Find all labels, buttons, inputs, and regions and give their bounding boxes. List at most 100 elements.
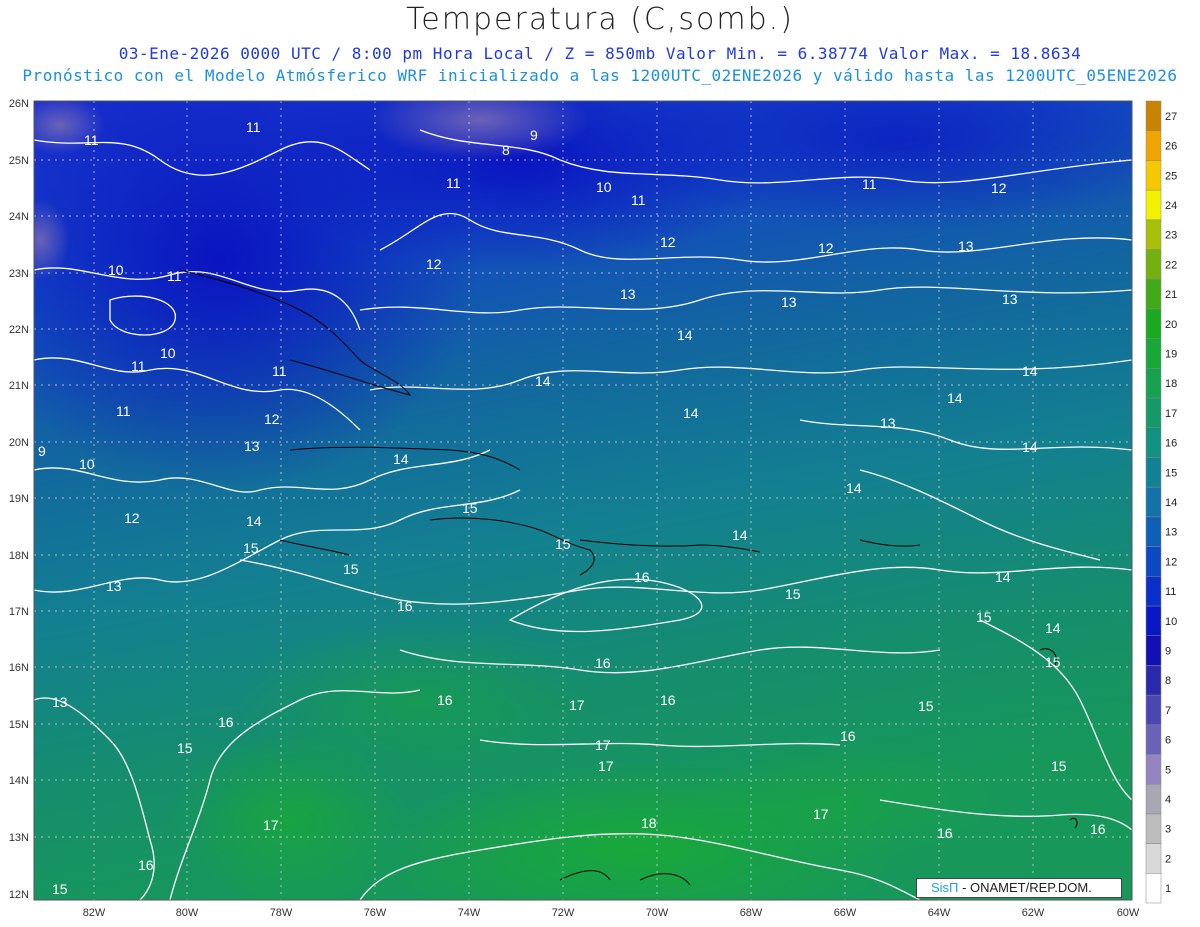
- colorbar-label: 24: [1165, 200, 1177, 212]
- colorbar-swatch: [1145, 457, 1162, 488]
- contour-label: 16: [937, 825, 953, 841]
- colorbar-swatch: [1145, 546, 1162, 577]
- colorbar-label: 10: [1165, 616, 1177, 628]
- contour-label: 13: [781, 294, 797, 310]
- lat-tick: 23N: [9, 268, 29, 280]
- colorbar-swatch: [1145, 754, 1162, 785]
- lon-tick: 78W: [270, 907, 293, 919]
- colorbar-swatch: [1145, 843, 1162, 874]
- contour-label: 16: [660, 692, 676, 708]
- contour-label: 14: [1022, 363, 1038, 379]
- lat-tick: 14N: [9, 775, 29, 787]
- contour-label: 16: [138, 857, 154, 873]
- contour-label: 10: [79, 456, 95, 472]
- colorbar-label: 16: [1165, 438, 1177, 450]
- contour-label: 15: [1051, 758, 1067, 774]
- credit-box: SisΠ - ONAMET/REP.DOM.: [916, 878, 1122, 898]
- lat-tick: 24N: [9, 211, 29, 223]
- colorbar-label: 13: [1165, 527, 1177, 539]
- contour-label: 15: [976, 609, 992, 625]
- colorbar-swatch: [1145, 219, 1162, 250]
- lon-tick: 66W: [834, 907, 857, 919]
- colorbar-label: 14: [1165, 497, 1177, 509]
- contour-label: 14: [995, 569, 1011, 585]
- colorbar-swatch: [1145, 249, 1162, 280]
- contour-label: 13: [52, 694, 68, 710]
- contour-label: 13: [244, 438, 260, 454]
- contour-label: 11: [116, 403, 131, 419]
- contour-label: 11: [131, 358, 146, 374]
- contour-label: 15: [177, 740, 193, 756]
- contour-label: 15: [918, 698, 934, 714]
- map-figure: 26N 25N 24N 23N 22N 21N 20N 19N 18N 17N …: [9, 98, 1177, 919]
- contour-label: 16: [437, 692, 453, 708]
- colorbar-label: 21: [1165, 289, 1177, 301]
- colorbar-label: 11: [1165, 586, 1176, 598]
- contour-label: 16: [397, 598, 413, 614]
- colorbar-swatch: [1145, 486, 1162, 518]
- lat-tick: 26N: [9, 98, 29, 110]
- lon-tick: 60W: [1117, 907, 1140, 919]
- lat-tick: 25N: [9, 155, 29, 167]
- colorbar-swatch: [1145, 278, 1162, 310]
- colorbar-swatch: [1145, 427, 1162, 458]
- colorbar-swatch: [1145, 873, 1162, 904]
- contour-label: 12: [124, 510, 140, 526]
- contour-label: 12: [426, 256, 442, 272]
- colorbar-swatch: [1145, 100, 1162, 131]
- contour-label: 14: [677, 327, 693, 343]
- contour-label: 17: [263, 817, 279, 833]
- lat-tick: 12N: [9, 889, 29, 901]
- colorbar-label: 26: [1165, 141, 1177, 153]
- colorbar-swatch: [1145, 308, 1162, 339]
- contour-label: 15: [52, 881, 68, 897]
- colorbar-label: 5: [1165, 764, 1171, 776]
- contour-label: 15: [785, 586, 801, 602]
- lat-tick: 13N: [9, 832, 29, 844]
- contour-label: 16: [840, 728, 856, 744]
- contour-label: 10: [108, 262, 124, 278]
- colorbar-label: 19: [1165, 349, 1177, 361]
- colorbar-swatch: [1145, 694, 1162, 726]
- latitude-axis: 26N 25N 24N 23N 22N 21N 20N 19N 18N 17N …: [9, 98, 29, 901]
- colorbar-swatch: [1145, 160, 1162, 191]
- contour-label: 14: [732, 527, 748, 543]
- contour-label: 12: [660, 234, 676, 250]
- lat-tick: 16N: [9, 662, 29, 674]
- colorbar-label: 2: [1165, 853, 1171, 865]
- colorbar-label: 22: [1165, 259, 1177, 271]
- contour-label: 17: [813, 806, 829, 822]
- contour-label: 11: [272, 363, 287, 379]
- colorbar-label: 20: [1165, 319, 1177, 331]
- contour-label: 14: [683, 405, 699, 421]
- colorbar-swatch: [1145, 368, 1162, 399]
- contour-label: 11: [862, 176, 877, 192]
- contour-label: 14: [846, 480, 862, 496]
- colorbar-swatch: [1145, 130, 1162, 161]
- lon-tick: 70W: [646, 907, 669, 919]
- lat-tick: 17N: [9, 606, 29, 618]
- colorbar-label: 8: [1165, 675, 1171, 687]
- contour-label: 14: [246, 513, 262, 529]
- lat-tick: 19N: [9, 493, 29, 505]
- contour-label: 10: [160, 345, 176, 361]
- contour-label: 11: [446, 175, 461, 191]
- lon-tick: 68W: [740, 907, 763, 919]
- contour-label: 8: [502, 142, 510, 158]
- colorbar-label: 6: [1165, 735, 1171, 747]
- lon-tick: 74W: [458, 907, 481, 919]
- colorbar-swatch: [1145, 724, 1162, 755]
- longitude-axis: 82W 80W 78W 76W 74W 72W 70W 68W 66W 64W …: [83, 907, 1140, 919]
- contour-label: 17: [598, 758, 614, 774]
- contour-label: 12: [991, 180, 1007, 196]
- contour-label: 15: [1045, 654, 1061, 670]
- colorbar-swatch: [1145, 189, 1162, 221]
- colorbar-label: 1: [1165, 883, 1171, 895]
- lon-tick: 64W: [928, 907, 951, 919]
- colorbar-legend: 1234567891011121314151617181920212223242…: [1145, 100, 1177, 904]
- colorbar-swatch: [1145, 338, 1162, 369]
- lon-tick: 82W: [83, 907, 106, 919]
- contour-label: 17: [595, 737, 611, 753]
- colorbar-label: 25: [1165, 170, 1177, 182]
- lon-tick: 62W: [1022, 907, 1045, 919]
